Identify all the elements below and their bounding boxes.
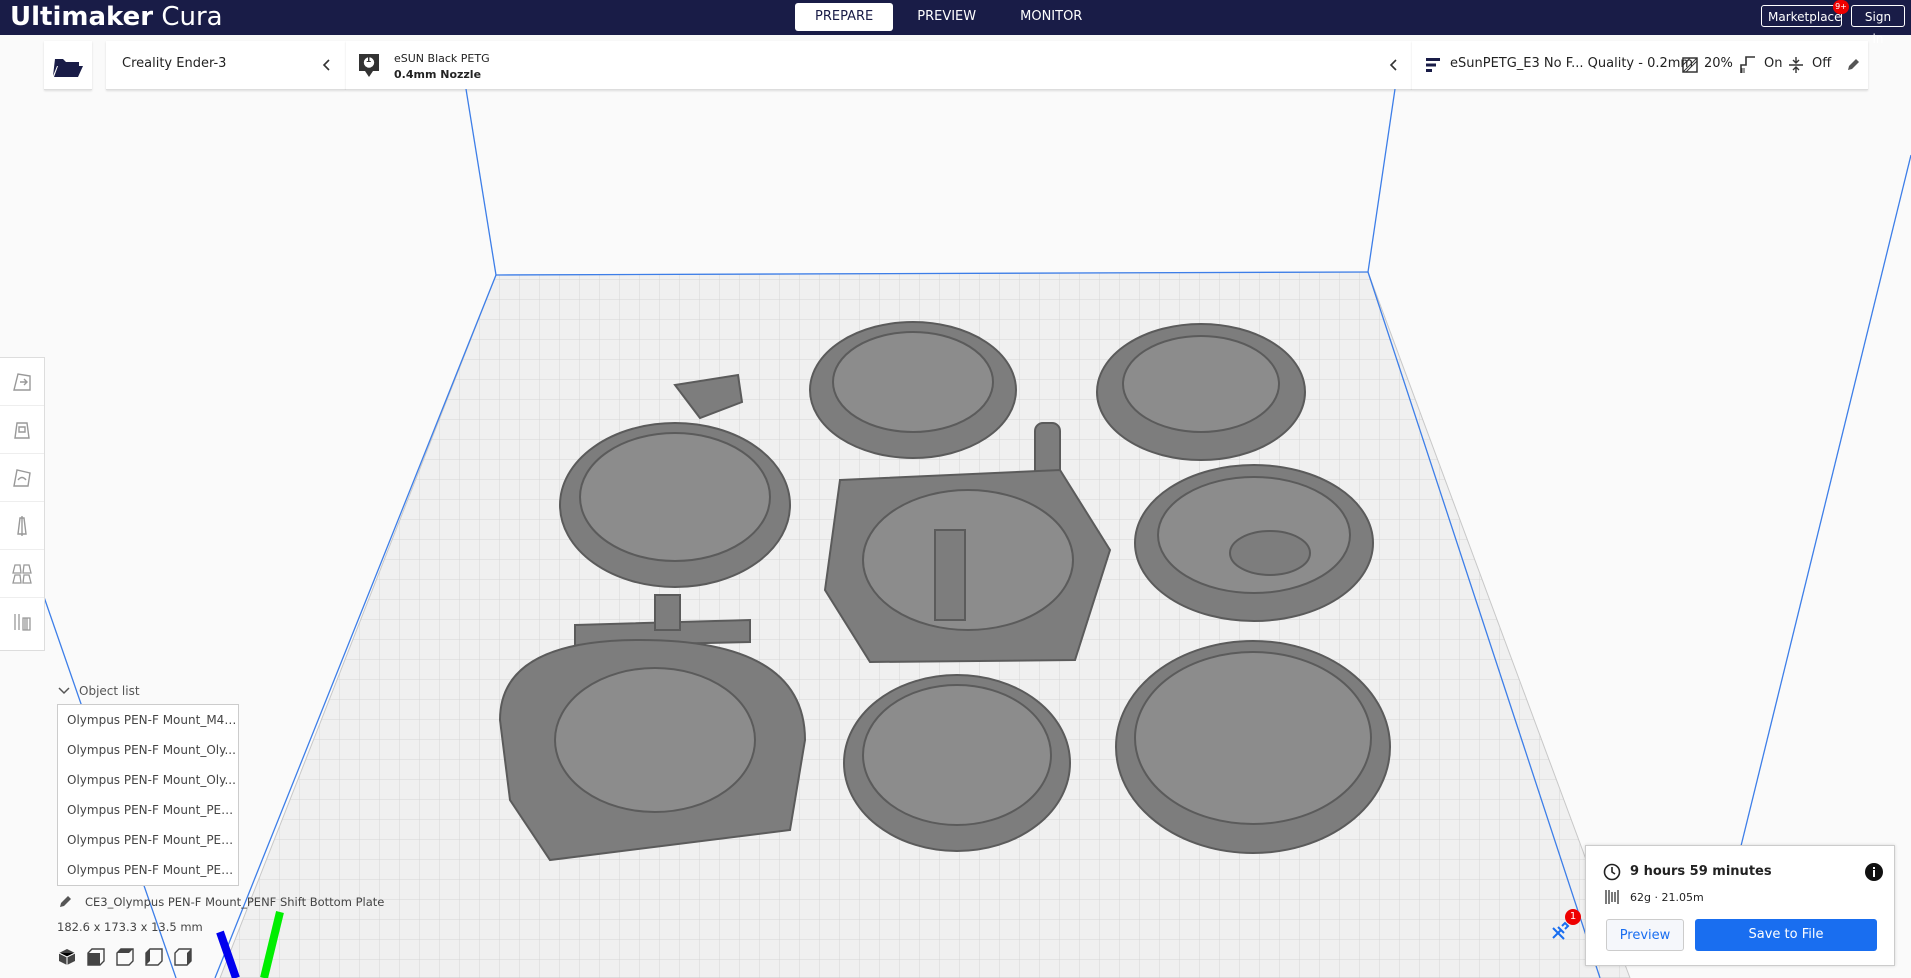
move-tool-button[interactable] <box>0 358 44 406</box>
folder-open-icon <box>53 59 83 77</box>
print-time: 9 hours 59 minutes <box>1630 864 1772 879</box>
printer-selector[interactable]: Creality Ender-3 <box>106 41 346 90</box>
printer-name: Creality Ender-3 <box>122 56 227 71</box>
clock-icon <box>1603 863 1621 881</box>
support-blocker-button[interactable] <box>0 598 44 646</box>
marketplace-button[interactable]: Marketplace <box>1761 5 1842 27</box>
object-list-title: Object list <box>79 684 140 698</box>
info-icon[interactable] <box>1864 862 1884 882</box>
print-settings-selector[interactable]: eSunPETG_E3 No F... Quality - 0.2mm 20% … <box>1412 41 1868 90</box>
list-item[interactable]: Olympus PEN-F Mount_PEN... <box>58 795 238 825</box>
profile-icon <box>1426 58 1440 72</box>
selected-object-dimensions: 182.6 x 173.3 x 13.5 mm <box>57 920 203 934</box>
chevron-down-icon <box>58 687 70 695</box>
infill-value: 20% <box>1704 56 1733 71</box>
object-list-header[interactable]: Object list <box>57 684 140 698</box>
infill-icon <box>1682 57 1698 73</box>
support-icon <box>1740 56 1755 73</box>
preview-button[interactable]: Preview <box>1606 919 1684 951</box>
rotate-icon <box>13 468 31 487</box>
print-summary-panel: 9 hours 59 minutes 62g · 21.05m Preview … <box>1585 845 1895 966</box>
material-usage: 62g · 21.05m <box>1630 891 1704 904</box>
sign-in-button[interactable]: Sign in <box>1851 5 1905 46</box>
profile-name: eSunPETG_E3 No F... <box>1450 56 1584 71</box>
3d-view-icon[interactable] <box>58 948 76 966</box>
left-view-icon[interactable] <box>145 948 163 966</box>
list-item[interactable]: Olympus PEN-F Mount_M42 ... <box>58 705 238 735</box>
object-list: Olympus PEN-F Mount_M42 ... Olympus PEN-… <box>57 704 239 886</box>
chevron-left-icon <box>322 59 330 71</box>
selected-object-name: CE3_Olympus PEN-F Mount_PENF Shift Botto… <box>85 895 385 909</box>
support-blocker-icon <box>14 614 31 631</box>
list-item[interactable]: Olympus PEN-F Mount_PEN... <box>58 855 238 885</box>
material-name: eSUN Black PETG <box>394 52 490 65</box>
left-toolbox <box>0 357 45 651</box>
tab-preview[interactable]: PREVIEW <box>897 3 996 31</box>
per-model-settings-button[interactable] <box>0 550 44 598</box>
spool-icon <box>1605 890 1619 904</box>
top-view-icon[interactable] <box>116 948 134 966</box>
nozzle-size: 0.4mm Nozzle <box>394 68 482 81</box>
list-item[interactable]: Olympus PEN-F Mount_Oly... <box>58 765 238 795</box>
stage-tabs: PREPARE PREVIEW MONITOR <box>795 3 1106 31</box>
right-view-icon[interactable] <box>174 948 192 966</box>
profile-quality: Quality - 0.2mm <box>1587 56 1694 71</box>
pencil-icon <box>1848 59 1859 70</box>
per-model-settings-icon <box>12 563 32 584</box>
scale-tool-button[interactable] <box>0 406 44 454</box>
adhesion-value: Off <box>1812 56 1832 71</box>
marketplace-badge: 9+ <box>1833 0 1849 14</box>
save-to-file-button[interactable]: Save to File <box>1695 919 1877 951</box>
list-item[interactable]: Olympus PEN-F Mount_PEN... <box>58 825 238 855</box>
rotate-tool-button[interactable] <box>0 454 44 502</box>
extruder-number: 1 <box>365 55 372 64</box>
pencil-icon[interactable] <box>58 895 72 909</box>
scale-icon <box>14 421 30 439</box>
app-logo: Ultimaker Cura <box>10 2 223 32</box>
mirror-tool-button[interactable] <box>0 502 44 550</box>
move-icon <box>13 372 31 391</box>
mirror-icon <box>17 515 27 536</box>
view-orientation-buttons <box>58 948 192 966</box>
list-item[interactable]: Olympus PEN-F Mount_Oly... <box>58 735 238 765</box>
support-value: On <box>1764 56 1783 71</box>
front-view-icon[interactable] <box>87 948 105 966</box>
open-file-button[interactable] <box>44 41 92 90</box>
chevron-left-icon <box>1389 59 1397 71</box>
tab-prepare[interactable]: PREPARE <box>795 3 894 31</box>
adhesion-icon <box>1789 57 1803 73</box>
tools-badge: 1 <box>1565 909 1581 925</box>
tab-monitor[interactable]: MONITOR <box>1000 3 1102 31</box>
top-bar: Ultimaker Cura PREPARE PREVIEW MONITOR M… <box>0 0 1911 46</box>
material-selector[interactable]: 1 eSUN Black PETG 0.4mm Nozzle <box>346 41 1412 90</box>
